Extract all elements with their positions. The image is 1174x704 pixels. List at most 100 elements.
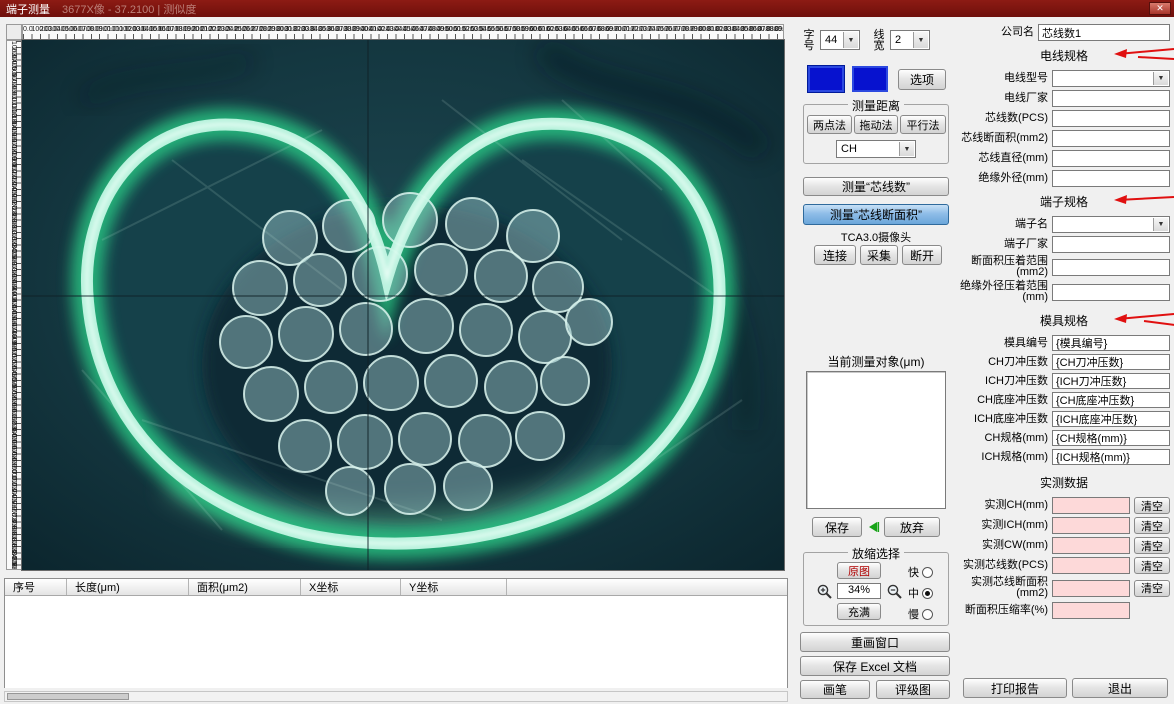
save-excel-button[interactable]: 保存 Excel 文档 <box>800 656 950 676</box>
measured-cw-input[interactable] <box>1052 537 1130 554</box>
two-point-method-button[interactable]: 两点法 <box>807 115 852 134</box>
ich-base-count-input[interactable] <box>1052 411 1170 427</box>
capture-button[interactable]: 采集 <box>860 245 898 265</box>
field-row: CH规格(mm) <box>958 430 1170 446</box>
options-button[interactable]: 选项 <box>898 69 946 90</box>
field-row: 端子厂家 <box>958 236 1170 253</box>
zoom-in-icon[interactable] <box>816 583 833 600</box>
ch-select[interactable]: CH ▼ <box>836 140 916 158</box>
ich-spec-input[interactable] <box>1052 449 1170 465</box>
chevron-down-icon[interactable]: ▼ <box>899 142 914 156</box>
chevron-down-icon[interactable]: ▼ <box>1153 72 1168 85</box>
clear-button[interactable]: 清空 <box>1134 517 1170 534</box>
horizontal-scrollbar[interactable] <box>4 691 788 702</box>
redraw-window-button[interactable]: 重画窗口 <box>800 632 950 652</box>
pen-button[interactable]: 画笔 <box>800 680 870 699</box>
core-area-input[interactable] <box>1052 130 1170 147</box>
font-size-select[interactable]: 44 ▼ <box>820 30 860 50</box>
clear-button[interactable]: 清空 <box>1134 579 1170 597</box>
connect-button[interactable]: 连接 <box>814 245 856 265</box>
color-swatch-primary[interactable] <box>807 65 845 93</box>
company-input[interactable] <box>1038 24 1170 41</box>
zoom-percent-value[interactable]: 34% <box>837 583 881 599</box>
field-row: 实测CW(mm) 清空 <box>958 537 1170 554</box>
field-row: ICH底座冲压数 <box>958 411 1170 427</box>
disconnect-button[interactable]: 断开 <box>902 245 942 265</box>
clear-button[interactable]: 清空 <box>1134 557 1170 574</box>
field-row: CH底座冲压数 <box>958 392 1170 408</box>
mold-spec-title: 模具规格 <box>958 312 1174 329</box>
clear-button[interactable]: 清空 <box>1134 497 1170 514</box>
field-row: 断面积压着范围(mm2) <box>958 256 1170 278</box>
speed-fast-radio[interactable]: 快 <box>908 564 933 580</box>
wire-model-select[interactable]: ▼ <box>1052 70 1170 87</box>
print-report-button[interactable]: 打印报告 <box>963 678 1067 698</box>
field-row: 实测CH(mm) 清空 <box>958 497 1170 514</box>
close-icon[interactable]: ✕ <box>1149 2 1171 15</box>
ch-base-count-input[interactable] <box>1052 392 1170 408</box>
drag-method-button[interactable]: 拖动法 <box>854 115 898 134</box>
measured-ch-input[interactable] <box>1052 497 1130 514</box>
crimp-area-range-input[interactable] <box>1052 258 1170 276</box>
terminal-maker-input[interactable] <box>1052 236 1170 253</box>
speed-mid-radio[interactable]: 中 <box>908 585 933 601</box>
fit-button[interactable]: 充满 <box>837 603 881 620</box>
col-index: 序号 <box>5 579 67 595</box>
field-row: 断面积压缩率(%) <box>958 602 1170 619</box>
mold-number-input[interactable] <box>1052 335 1170 351</box>
current-object-list[interactable] <box>806 371 946 509</box>
measure-core-area-button[interactable]: 测量“芯线断面积” <box>803 204 949 225</box>
parallel-method-button[interactable]: 平行法 <box>900 115 946 134</box>
color-swatch-secondary[interactable] <box>852 66 888 92</box>
measured-core-count-input[interactable] <box>1052 557 1130 574</box>
spec-panel: 公司名 电线规格 电线型号 ▼ 电线厂家 芯线数(PCS) 芯线断面积(mm2) <box>958 24 1174 622</box>
measured-ich-input[interactable] <box>1052 517 1130 534</box>
save-button[interactable]: 保存 <box>812 517 862 537</box>
measure-core-count-button[interactable]: 测量“芯线数” <box>803 177 949 196</box>
zoom-out-icon[interactable] <box>886 583 903 600</box>
green-arrow-icon <box>869 522 880 532</box>
ch-spec-input[interactable] <box>1052 430 1170 446</box>
ruler-corner <box>6 24 22 40</box>
image-viewport[interactable] <box>21 39 785 571</box>
field-row: 芯线直径(mm) <box>958 150 1170 167</box>
terminal-spec-title: 端子规格 <box>958 193 1174 210</box>
clear-button[interactable]: 清空 <box>1134 537 1170 554</box>
wire-maker-input[interactable] <box>1052 90 1170 107</box>
col-y: Y坐标 <box>401 579 507 595</box>
zoom-group-label: 放缩选择 <box>847 545 905 562</box>
col-spacer <box>507 579 787 595</box>
line-width-label: 线宽 <box>873 29 885 52</box>
original-size-button[interactable]: 原图 <box>837 562 881 579</box>
ch-blade-count-input[interactable] <box>1052 354 1170 370</box>
ich-blade-count-input[interactable] <box>1052 373 1170 389</box>
discard-button[interactable]: 放弃 <box>884 517 940 537</box>
h-ruler-ticks <box>23 34 783 39</box>
current-object-label: 当前测量对象(μm) <box>827 355 925 369</box>
exit-button[interactable]: 退出 <box>1072 678 1168 698</box>
results-table-body[interactable] <box>5 596 787 688</box>
terminal-name-select[interactable]: ▼ <box>1052 216 1170 233</box>
insulation-crimp-range-input[interactable] <box>1052 283 1170 301</box>
core-diameter-input[interactable] <box>1052 150 1170 167</box>
core-count-input[interactable] <box>1052 110 1170 127</box>
speed-slow-radio[interactable]: 慢 <box>908 606 933 622</box>
measured-core-area-input[interactable] <box>1052 579 1130 597</box>
microscope-image <box>22 40 784 570</box>
chevron-down-icon[interactable]: ▼ <box>843 32 858 48</box>
radio-selected-icon[interactable] <box>922 587 933 599</box>
radio-icon[interactable] <box>922 566 933 578</box>
line-width-select[interactable]: 2 ▼ <box>890 30 930 50</box>
chevron-down-icon[interactable]: ▼ <box>1153 218 1168 231</box>
grade-chart-button[interactable]: 评级图 <box>876 680 950 699</box>
field-row: 模具编号 <box>958 335 1170 351</box>
radio-icon[interactable] <box>922 608 933 620</box>
red-arrow-annotation <box>1114 313 1174 326</box>
results-table: 序号 长度(μm) 面积(μm2) X坐标 Y坐标 <box>4 578 788 688</box>
compression-ratio-input[interactable] <box>1052 602 1130 619</box>
wire-spec-title: 电线规格 <box>958 47 1174 64</box>
chevron-down-icon[interactable]: ▼ <box>913 32 928 48</box>
scrollbar-thumb[interactable] <box>7 693 129 700</box>
insulation-od-input[interactable] <box>1052 170 1170 187</box>
zoom-group: 放缩选择 原图 34% 充满 快 中 慢 <box>803 545 949 626</box>
